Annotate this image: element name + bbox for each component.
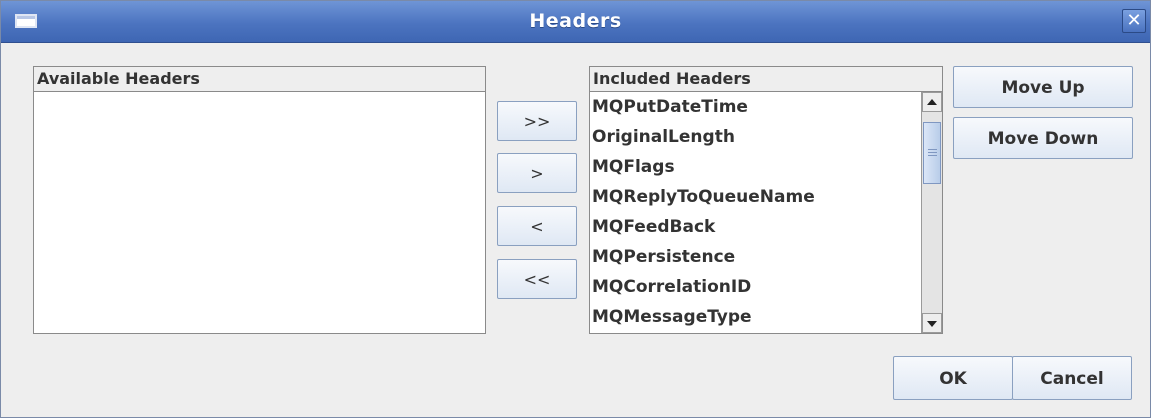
included-headers-body[interactable]: MQPutDateTime OriginalLength MQFlags MQR… [590, 92, 921, 333]
add-all-button[interactable]: >> [497, 101, 577, 141]
scroll-down-button[interactable] [922, 313, 942, 333]
remove-all-button[interactable]: << [497, 259, 577, 299]
vertical-scrollbar[interactable] [921, 92, 942, 333]
included-headers-title: Included Headers [590, 67, 942, 92]
headers-dialog: Headers ✕ Available Headers >> > < << In… [0, 0, 1151, 418]
list-item[interactable]: MQCorrelationID [590, 272, 921, 302]
grip-line [928, 155, 937, 156]
list-item[interactable]: MQPersistence [590, 242, 921, 272]
included-headers-list[interactable]: Included Headers MQPutDateTime OriginalL… [589, 66, 943, 334]
close-button[interactable]: ✕ [1122, 9, 1146, 33]
scrollbar-thumb[interactable] [923, 122, 941, 184]
scroll-up-button[interactable] [922, 92, 942, 112]
grip-line [928, 149, 937, 150]
remove-button[interactable]: < [497, 206, 577, 246]
list-item[interactable]: MQFeedBack [590, 212, 921, 242]
move-up-button[interactable]: Move Up [953, 66, 1133, 108]
list-item[interactable]: OriginalLength [590, 122, 921, 152]
grip-line [928, 152, 937, 153]
title-bar[interactable]: Headers ✕ [1, 1, 1150, 43]
list-item[interactable]: MQPutDateTime [590, 92, 921, 122]
list-item[interactable]: MQFlags [590, 152, 921, 182]
arrow-up-icon [927, 99, 937, 105]
close-icon: ✕ [1126, 10, 1142, 31]
cancel-button[interactable]: Cancel [1012, 356, 1132, 400]
ok-button[interactable]: OK [893, 356, 1013, 400]
list-item[interactable]: MQReplyToQueueName [590, 182, 921, 212]
list-item[interactable]: MQMessageType [590, 302, 921, 332]
arrow-down-icon [927, 321, 937, 327]
available-headers-title: Available Headers [34, 67, 485, 92]
available-headers-body[interactable] [34, 92, 485, 333]
available-headers-list[interactable]: Available Headers [33, 66, 486, 334]
add-button[interactable]: > [497, 153, 577, 193]
move-down-button[interactable]: Move Down [953, 117, 1133, 159]
dialog-title: Headers [529, 10, 622, 32]
